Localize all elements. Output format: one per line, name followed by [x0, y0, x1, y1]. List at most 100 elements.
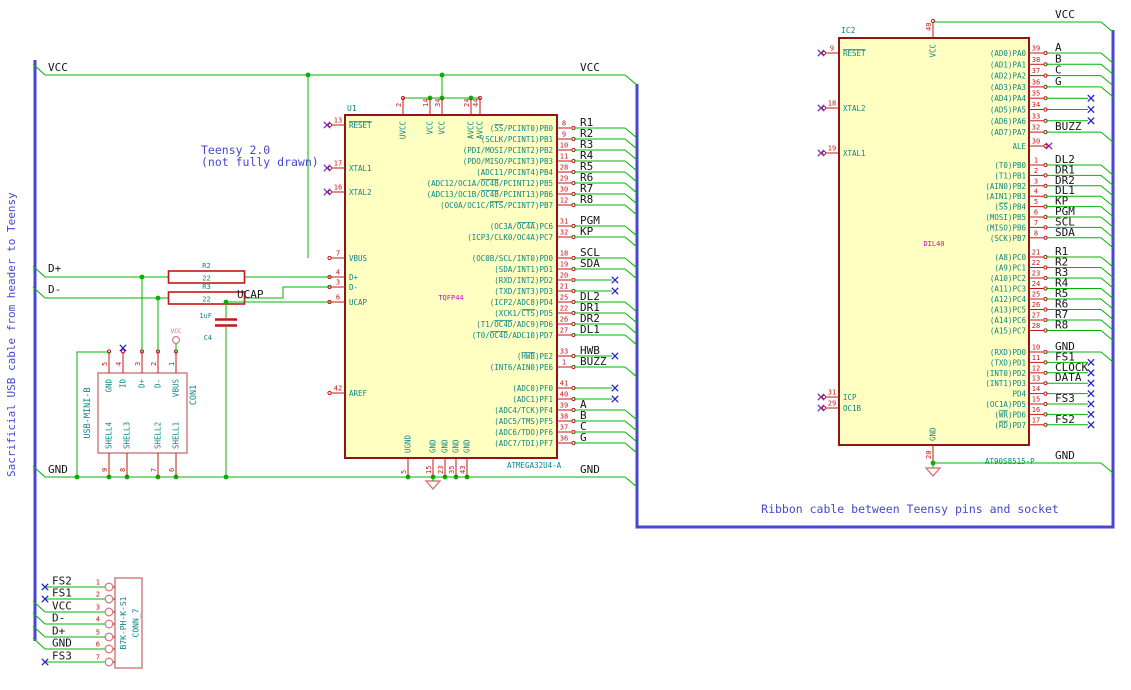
- bus-entry[interactable]: [1100, 195, 1114, 207]
- net-label[interactable]: FS3: [52, 650, 72, 663]
- bus-entry[interactable]: [624, 323, 638, 335]
- net-label[interactable]: FS2: [1055, 413, 1075, 426]
- net-label[interactable]: GND: [52, 637, 72, 650]
- resistor-r2[interactable]: R2 22: [167, 262, 246, 284]
- net-label[interactable]: VCC: [48, 61, 68, 74]
- bus-entry[interactable]: [1100, 319, 1114, 331]
- bus-entry[interactable]: [1100, 277, 1114, 289]
- bus-entry[interactable]: [624, 204, 638, 216]
- bus-entry[interactable]: [624, 312, 638, 324]
- capacitor-c4[interactable]: UCAP 1uF C4: [199, 288, 331, 477]
- value[interactable]: AT90S8515-P: [985, 457, 1035, 466]
- bus-entry[interactable]: [1100, 75, 1114, 86]
- net-label[interactable]: UCAP: [237, 288, 264, 301]
- ref-des[interactable]: U1: [347, 104, 357, 113]
- pin-name: (TXD)PD1: [990, 358, 1026, 367]
- bus-entry[interactable]: [1100, 462, 1114, 474]
- bus-entry[interactable]: [624, 409, 638, 421]
- bus-entry[interactable]: [1100, 86, 1114, 98]
- bus-entry[interactable]: [624, 74, 638, 86]
- value[interactable]: USB-MINI-B: [83, 387, 93, 438]
- net-label[interactable]: SDA: [1055, 226, 1075, 239]
- value[interactable]: ATMEGA32U4-A: [507, 461, 562, 470]
- schematic-canvas[interactable]: VCC VCC D+ D- R222R322 UCAP1uFC4 GND GND U1 ATMEG…: [0, 0, 1131, 690]
- net-label[interactable]: G: [580, 431, 587, 444]
- bus-entry[interactable]: [1100, 256, 1114, 268]
- net-label[interactable]: D-: [52, 612, 65, 625]
- bus-entry[interactable]: [32, 637, 46, 650]
- bus-entry[interactable]: [1100, 267, 1114, 278]
- pin-name: D-: [349, 283, 358, 292]
- bus-entry[interactable]: [624, 160, 638, 172]
- bus-entry[interactable]: [624, 301, 638, 313]
- net-label[interactable]: GND: [48, 463, 68, 476]
- gnd-net-right[interactable]: GND: [924, 449, 1114, 478]
- net-label[interactable]: BUZZ: [580, 355, 607, 368]
- net-label[interactable]: D-: [48, 283, 61, 296]
- net-label[interactable]: DATA: [1055, 371, 1082, 384]
- pin-name: (INT0)PD2: [985, 369, 1026, 378]
- bus-entry[interactable]: [624, 171, 638, 183]
- bus-entry[interactable]: [1100, 21, 1114, 33]
- bus-entry[interactable]: [1100, 131, 1114, 143]
- bus-entry[interactable]: [1100, 164, 1114, 176]
- net-label[interactable]: R8: [1055, 319, 1068, 332]
- pin-name: (AD4)PA4: [990, 94, 1027, 103]
- bus-entry[interactable]: [1100, 298, 1114, 310]
- usb-connector-con1[interactable]: USB-MINI-B CON1 5 GND 4 ID 3 D+ 2 D- 1 VBUS VCC 9 SHEL…: [76, 328, 199, 477]
- net-label[interactable]: VCC: [580, 61, 600, 74]
- bus-entry[interactable]: [624, 442, 638, 454]
- pin-number: 7: [1034, 219, 1038, 227]
- resistor-r3[interactable]: R3 22: [167, 283, 246, 305]
- ref-des[interactable]: IC2: [841, 26, 856, 35]
- ic-ic2[interactable]: IC2AT90S8515-PDIL409RESET18XTAL219XTAL13…: [817, 18, 1114, 466]
- bus-entry[interactable]: [1100, 351, 1114, 363]
- bus-entry[interactable]: [624, 182, 638, 194]
- ref-des[interactable]: CONN_7: [132, 608, 141, 637]
- bus-entry[interactable]: [624, 431, 638, 443]
- bus-entry[interactable]: [624, 366, 638, 378]
- ic-u1[interactable]: U1ATMEGA32U4-ATQFP4413RESET17XTAL116XTAL…: [323, 95, 638, 477]
- bus-entry[interactable]: [1100, 288, 1114, 299]
- header-conn7[interactable]: B7K-PH-K-S1 CONN_71FS22FS13VCC4D-5D+6GND7…: [32, 575, 143, 669]
- bus-entry[interactable]: [624, 138, 638, 150]
- bus-entry[interactable]: [1100, 63, 1114, 75]
- net-label[interactable]: D+: [48, 262, 62, 275]
- net-label[interactable]: SDA: [580, 257, 600, 270]
- bus-entry[interactable]: [1100, 52, 1114, 64]
- bus-entry[interactable]: [624, 257, 638, 269]
- bus-entry[interactable]: [624, 149, 638, 161]
- bus-entry[interactable]: [624, 334, 638, 346]
- net-label[interactable]: DL1: [580, 323, 600, 336]
- net-label[interactable]: FS1: [52, 587, 72, 600]
- bus-entry[interactable]: [1100, 216, 1114, 228]
- ref-des[interactable]: CON1: [189, 385, 199, 405]
- bus-entry[interactable]: [624, 476, 638, 488]
- bus-entry[interactable]: [1100, 206, 1114, 217]
- bus-entry[interactable]: [1100, 309, 1114, 320]
- bus-entry[interactable]: [1100, 330, 1114, 341]
- bus-entry[interactable]: [624, 225, 638, 237]
- bus-entry[interactable]: [624, 236, 638, 248]
- net-label[interactable]: GND: [580, 463, 600, 476]
- net-label[interactable]: G: [1055, 75, 1062, 88]
- net-label[interactable]: BUZZ: [1055, 120, 1082, 133]
- bus-entry[interactable]: [1100, 227, 1114, 238]
- net-label[interactable]: GND: [1055, 449, 1075, 462]
- pin-number: 14: [422, 99, 430, 107]
- bus-entry[interactable]: [624, 127, 638, 139]
- bus-entry[interactable]: [624, 193, 638, 205]
- bus-entry[interactable]: [624, 268, 638, 280]
- net-label[interactable]: VCC: [1055, 8, 1075, 21]
- bus-entry[interactable]: [1100, 185, 1114, 197]
- net-label[interactable]: KP: [580, 225, 594, 238]
- value[interactable]: B7K-PH-K-S1: [119, 596, 128, 649]
- net-label[interactable]: R8: [580, 193, 593, 206]
- pin-number: 6: [1034, 209, 1038, 217]
- bus-entry[interactable]: [624, 420, 638, 432]
- pin-name: (SS)PB4: [994, 203, 1026, 212]
- net-label[interactable]: FS3: [1055, 392, 1075, 405]
- bus-entry[interactable]: [1100, 175, 1114, 186]
- bus-entry[interactable]: [1100, 237, 1114, 249]
- vcc-net-right[interactable]: VCC: [933, 8, 1114, 33]
